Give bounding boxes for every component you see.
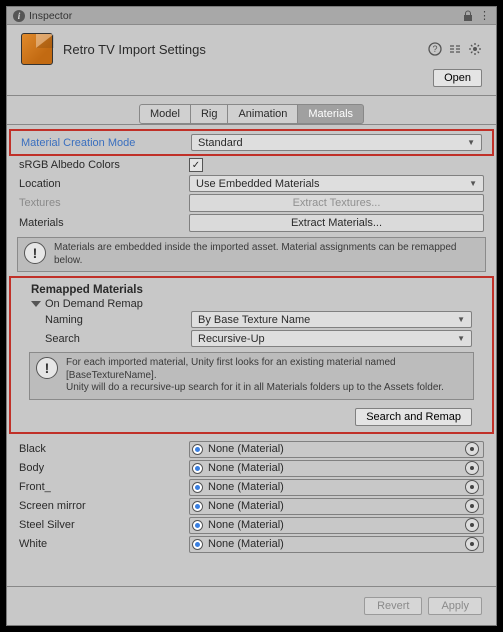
search-and-remap-button[interactable]: Search and Remap <box>355 408 472 426</box>
chevron-down-icon: ▼ <box>457 315 465 324</box>
material-creation-mode-dropdown[interactable]: Standard ▼ <box>191 134 482 151</box>
object-field-dot-icon <box>192 444 203 455</box>
material-creation-mode-value: Standard <box>198 137 243 149</box>
info-icon: ! <box>24 242 46 264</box>
material-slot-label: Screen mirror <box>19 500 189 512</box>
object-picker-icon[interactable] <box>465 518 479 532</box>
chevron-down-icon: ▼ <box>469 179 477 188</box>
object-field-dot-icon <box>192 482 203 493</box>
material-slot-label: Front_ <box>19 481 189 493</box>
material-slot-row: Front_ None (Material) <box>19 478 484 497</box>
material-slot-value: None (Material) <box>208 443 465 455</box>
svg-text:?: ? <box>432 44 437 54</box>
material-slots-list: BlackNone (Material)BodyNone (Material)F… <box>7 434 496 554</box>
location-value: Use Embedded Materials <box>196 178 320 190</box>
material-slot-label: Steel Silver <box>19 519 189 531</box>
material-creation-mode-label: Material Creation Mode <box>21 137 191 149</box>
asset-title: Retro TV Import Settings <box>63 42 428 57</box>
chevron-down-icon: ▼ <box>467 138 475 147</box>
material-slot-row: Black None (Material) <box>19 440 484 459</box>
location-dropdown[interactable]: Use Embedded Materials ▼ <box>189 175 484 192</box>
material-slot-field[interactable]: None (Material) <box>189 517 484 534</box>
object-picker-icon[interactable] <box>465 537 479 551</box>
object-field-dot-icon <box>192 501 203 512</box>
naming-value: By Base Texture Name <box>198 314 310 326</box>
info-icon: ! <box>36 357 58 379</box>
material-slot-row: White None (Material) <box>19 535 484 554</box>
apply-button[interactable]: Apply <box>428 597 482 615</box>
srgb-label: sRGB Albedo Colors <box>19 159 189 171</box>
revert-button[interactable]: Revert <box>364 597 422 615</box>
help-icon[interactable]: ? <box>428 42 442 56</box>
object-picker-icon[interactable] <box>465 461 479 475</box>
on-demand-remap-foldout[interactable]: On Demand Remap <box>21 298 482 310</box>
search-value: Recursive-Up <box>198 333 265 345</box>
extract-materials-button[interactable]: Extract Materials... <box>189 214 484 232</box>
lock-icon[interactable] <box>463 10 473 22</box>
textures-label: Textures <box>19 197 189 209</box>
material-slot-label: White <box>19 538 189 550</box>
foldout-arrow-icon <box>31 301 41 307</box>
object-field-dot-icon <box>192 520 203 531</box>
chevron-down-icon: ▼ <box>457 334 465 343</box>
object-picker-icon[interactable] <box>465 499 479 513</box>
material-slot-value: None (Material) <box>208 481 465 493</box>
presets-icon[interactable] <box>448 42 462 56</box>
material-slot-label: Black <box>19 443 189 455</box>
remapped-materials-header: Remapped Materials <box>21 280 482 298</box>
material-slot-field[interactable]: None (Material) <box>189 498 484 515</box>
location-label: Location <box>19 178 189 190</box>
search-dropdown[interactable]: Recursive-Up ▼ <box>191 330 472 347</box>
tab-model[interactable]: Model <box>139 104 191 124</box>
search-label: Search <box>31 333 191 345</box>
material-slot-field[interactable]: None (Material) <box>189 479 484 496</box>
remap-help-info: ! For each imported material, Unity firs… <box>29 352 474 400</box>
importer-tabs: Model Rig Animation Materials <box>7 96 496 125</box>
object-picker-icon[interactable] <box>465 480 479 494</box>
material-slot-field[interactable]: None (Material) <box>189 460 484 477</box>
material-slot-value: None (Material) <box>208 538 465 550</box>
object-field-dot-icon <box>192 539 203 550</box>
asset-prefab-icon <box>21 33 53 65</box>
naming-dropdown[interactable]: By Base Texture Name ▼ <box>191 311 472 328</box>
window-title: Inspector <box>29 10 457 22</box>
naming-label: Naming <box>31 314 191 326</box>
srgb-checkbox[interactable]: ✓ <box>189 158 203 172</box>
material-slot-field[interactable]: None (Material) <box>189 536 484 553</box>
material-slot-label: Body <box>19 462 189 474</box>
on-demand-remap-label: On Demand Remap <box>45 298 143 310</box>
open-button[interactable]: Open <box>433 69 482 87</box>
material-slot-value: None (Material) <box>208 519 465 531</box>
object-field-dot-icon <box>192 463 203 474</box>
extract-textures-button[interactable]: Extract Textures... <box>189 194 484 212</box>
material-slot-value: None (Material) <box>208 500 465 512</box>
embedded-materials-info: ! Materials are embedded inside the impo… <box>17 237 486 272</box>
tab-rig[interactable]: Rig <box>190 104 229 124</box>
material-slot-field[interactable]: None (Material) <box>189 441 484 458</box>
settings-menu-icon[interactable] <box>468 42 482 56</box>
material-slot-row: Steel Silver None (Material) <box>19 516 484 535</box>
object-picker-icon[interactable] <box>465 442 479 456</box>
material-slot-row: Screen mirror None (Material) <box>19 497 484 516</box>
tab-animation[interactable]: Animation <box>227 104 298 124</box>
tab-materials[interactable]: Materials <box>297 104 364 124</box>
material-slot-value: None (Material) <box>208 462 465 474</box>
titlebar-menu-icon[interactable]: ⋮ <box>479 9 490 22</box>
materials-label: Materials <box>19 217 189 229</box>
material-slot-row: Body None (Material) <box>19 459 484 478</box>
inspector-info-icon: i <box>13 10 25 22</box>
